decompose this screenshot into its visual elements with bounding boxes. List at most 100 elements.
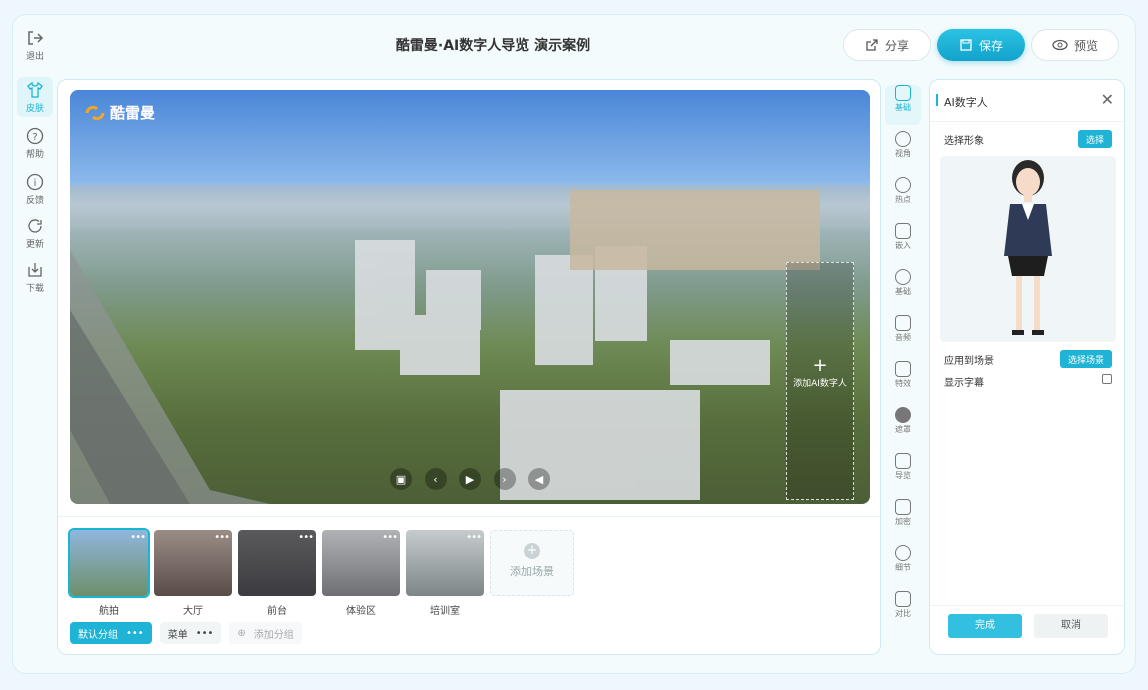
tool-basic[interactable]: 基础 [885, 85, 921, 125]
choose-scene-button[interactable]: 选择场景 [1059, 350, 1112, 368]
tool-mask[interactable]: 遮罩 [885, 407, 921, 447]
share-button[interactable]: 分享 [843, 29, 931, 61]
group-default[interactable]: 默认分组 ••• [70, 622, 152, 644]
add-ai-label: 添加AI数字人 [793, 379, 847, 389]
feedback-button[interactable]: i 反馈 [17, 169, 53, 209]
scene-item[interactable]: ••• 大厅 [154, 530, 232, 617]
tool-embed[interactable]: 嵌入 [885, 223, 921, 263]
more-icon[interactable]: ••• [130, 532, 146, 543]
app-window: 退出 皮肤 ? 帮助 i 反馈 更新 下载 酷雷曼·AI数字人导览 演示案例 分… [12, 14, 1136, 674]
mask-icon [895, 407, 911, 423]
save-button[interactable]: 保存 [937, 29, 1025, 61]
download-button[interactable]: 下载 [17, 257, 53, 297]
image-icon [895, 453, 911, 469]
skin-button[interactable]: 皮肤 [17, 77, 53, 117]
tool-detail[interactable]: 细节 [885, 545, 921, 585]
add-group-button[interactable]: ⊕ 添加分组 [229, 622, 302, 644]
compare-icon [895, 591, 911, 607]
tool-avatar[interactable]: 基础 [885, 269, 921, 309]
scene-thumbnail: ••• [68, 528, 150, 598]
scene-item[interactable]: ••• 培训室 [406, 530, 484, 617]
brand-logo: 酷雷曼 [84, 102, 155, 123]
prev-icon[interactable]: ‹ [424, 468, 447, 490]
tool-label: 热点 [895, 195, 911, 204]
choose-image-button[interactable]: 选择 [1077, 130, 1112, 148]
group-menu-label: 菜单 [167, 629, 188, 641]
more-icon[interactable]: ••• [382, 532, 398, 543]
avatar-figure [1004, 160, 1052, 335]
add-ai-avatar-area[interactable]: + 添加AI数字人 [786, 262, 854, 500]
panorama-view[interactable]: 酷雷曼 + 添加AI数字人 ▣ ‹ ▶ › ◀ [70, 90, 870, 504]
group-menu[interactable]: 菜单 ••• [159, 622, 222, 644]
tool-rail: 基础 视角 热点 嵌入 基础 音频 特效 遮罩 导览 加密 细节 对比 [885, 79, 921, 618]
show-subtitle-label: 显示字幕 [944, 378, 984, 389]
save-icon [960, 39, 972, 51]
preview-button[interactable]: 预览 [1031, 29, 1119, 61]
add-group-label: 添加分组 [253, 629, 294, 641]
tool-guide[interactable]: 导览 [885, 453, 921, 493]
done-button[interactable]: 完成 [948, 614, 1022, 638]
group-default-label: 默认分组 [78, 629, 118, 641]
more-icon[interactable]: ••• [298, 532, 314, 543]
apply-scene-label: 应用到场景 [944, 356, 994, 367]
tool-view[interactable]: 视角 [885, 131, 921, 171]
play-icon[interactable]: ▶ [459, 468, 481, 490]
scene-label: 前台 [267, 606, 287, 617]
cancel-button[interactable]: 取消 [1034, 614, 1108, 638]
volume-icon[interactable]: ◀ [528, 468, 550, 490]
help-icon: ? [26, 127, 44, 145]
preview-label: 预览 [1073, 38, 1098, 53]
more-icon[interactable]: ••• [214, 532, 230, 543]
next-icon[interactable]: › [493, 468, 516, 490]
plus-icon: ⊕ [237, 627, 246, 639]
download-icon [28, 263, 42, 277]
tool-compare[interactable]: 对比 [885, 591, 921, 631]
refresh-icon [28, 219, 42, 233]
editor-panel: 酷雷曼 + 添加AI数字人 ▣ ‹ ▶ › ◀ ••• 航拍 ••• 大厅 ••… [57, 79, 881, 655]
svg-text:?: ? [32, 132, 37, 143]
playback-controls: ▣ ‹ ▶ › ◀ [390, 466, 550, 492]
scene-list: ••• 航拍 ••• 大厅 ••• 前台 ••• 体验区 ••• 培训室 + 添… [68, 528, 574, 617]
audio-icon [895, 315, 911, 331]
more-icon[interactable]: ••• [196, 628, 214, 639]
scene-item[interactable]: ••• 航拍 [68, 528, 150, 617]
plus-icon: + [812, 355, 828, 376]
hotspot-icon [895, 177, 911, 193]
more-icon[interactable]: ••• [126, 628, 144, 639]
divider [58, 516, 880, 517]
more-icon[interactable]: ••• [466, 532, 482, 543]
effect-icon [895, 361, 911, 377]
add-scene-button[interactable]: + 添加场景 [490, 530, 574, 596]
scene-label: 体验区 [346, 606, 376, 617]
close-icon[interactable]: ✕ [1101, 90, 1114, 109]
scene-label: 大厅 [183, 606, 203, 617]
subtitle-checkbox[interactable] [1102, 374, 1112, 384]
tool-label: 基础 [895, 287, 911, 296]
person-icon [895, 269, 911, 285]
update-label: 更新 [25, 240, 44, 250]
image-icon[interactable]: ▣ [390, 468, 412, 490]
tool-label: 基础 [895, 103, 911, 112]
help-button[interactable]: ? 帮助 [17, 123, 53, 163]
tool-label: 遮罩 [895, 425, 911, 434]
tool-label: 导览 [895, 471, 911, 480]
feedback-label: 反馈 [25, 196, 44, 206]
choose-image-label: 选择形象 [944, 136, 984, 147]
tool-audio[interactable]: 音频 [885, 315, 921, 355]
tool-label: 特效 [895, 379, 911, 388]
scene-thumbnail: ••• [154, 530, 232, 596]
tool-hotspot[interactable]: 热点 [885, 177, 921, 217]
scene-item[interactable]: ••• 体验区 [322, 530, 400, 617]
tool-label: 细节 [895, 563, 911, 572]
detail-icon [895, 545, 911, 561]
tool-encrypt[interactable]: 加密 [885, 499, 921, 539]
tool-effect[interactable]: 特效 [885, 361, 921, 401]
scene-item[interactable]: ••• 前台 [238, 530, 316, 617]
panel-header: AI数字人 ✕ [930, 80, 1124, 122]
info-icon: i [26, 173, 44, 191]
update-button[interactable]: 更新 [17, 213, 53, 253]
share-icon [866, 39, 878, 51]
help-label: 帮助 [25, 150, 44, 160]
scene-thumbnail: ••• [322, 530, 400, 596]
divider [930, 605, 1124, 606]
